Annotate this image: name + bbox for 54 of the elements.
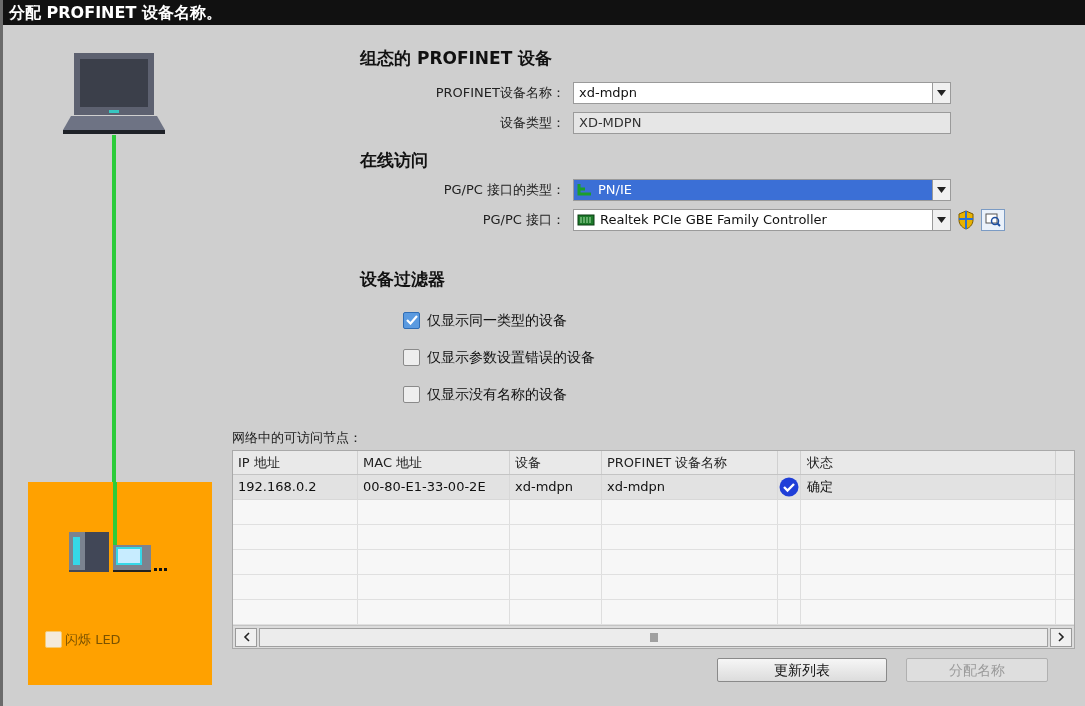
checkbox-label: 闪烁 LED [65, 631, 121, 649]
checkbox-label: 仅显示同一类型的设备 [427, 310, 567, 330]
table-cell-text: 00-80-E1-33-00-2E [363, 478, 486, 497]
caret-icon [937, 187, 946, 193]
column-header[interactable]: 状态 [807, 452, 833, 473]
checkbox-label: 仅显示参数设置错误的设备 [427, 347, 595, 367]
device-icon [69, 532, 169, 572]
field-value: xd-mdpn [578, 83, 639, 102]
dropdown-button[interactable] [932, 210, 950, 230]
scroll-thumb[interactable] [259, 627, 1048, 647]
field-value: Realtek PCIe GBE Family Controller [599, 211, 828, 230]
column-header[interactable]: MAC 地址 [363, 452, 423, 473]
scroll-right-button[interactable] [1050, 627, 1072, 647]
table-cell-text: xd-mdpn [515, 478, 574, 497]
field-label: PROFINET设备名称： [434, 83, 565, 102]
section-heading: 设备过滤器 [360, 268, 446, 291]
section-heading: 在线访问 [360, 148, 429, 172]
chevron-left-icon [242, 632, 250, 642]
checkbox[interactable] [403, 385, 420, 403]
dropdown-field[interactable]: PN/IE [573, 179, 951, 201]
chevron-right-icon [1057, 632, 1065, 642]
column-header[interactable]: IP 地址 [238, 452, 280, 473]
table-cell-text: 192.168.0.2 [238, 478, 317, 497]
field-label: PG/PC 接口： [481, 211, 565, 230]
dropdown-button[interactable] [932, 180, 950, 200]
field-label: 设备类型： [499, 113, 565, 132]
checkbox-label: 仅显示没有名称的设备 [427, 384, 567, 404]
shield-icon[interactable] [957, 210, 975, 230]
field-value: PN/IE [597, 181, 633, 200]
dropdown-button[interactable] [932, 82, 950, 103]
table-cell-text: xd-mdpn [607, 478, 666, 497]
caret-icon [937, 89, 946, 96]
caret-icon [937, 217, 946, 223]
diagnostics-button[interactable] [981, 209, 1005, 231]
dialog-button[interactable]: 更新列表 [717, 658, 887, 682]
magnifier-icon [985, 212, 1001, 228]
window-title: 分配 PROFINET 设备名称。 [9, 1, 222, 24]
field-label: PG/PC 接口的类型： [442, 181, 565, 200]
table-title: 网络中的可访问节点： [232, 428, 363, 447]
section-heading: 组态的 PROFINET 设备 [360, 47, 554, 70]
table-row[interactable]: 192.168.0.2 00-80-E1-33-00-2E xd-mdpn xd-mdpn 确定 [233, 475, 1074, 500]
checkbox[interactable] [403, 311, 420, 329]
laptop-icon [61, 50, 167, 135]
dropdown-field[interactable]: xd-mdpn [573, 81, 951, 104]
scroll-left-button[interactable] [235, 627, 257, 647]
column-header[interactable]: 设备 [515, 452, 541, 473]
network-icon [577, 183, 593, 197]
column-header[interactable]: PROFINET 设备名称 [607, 452, 728, 473]
network-card-icon [577, 213, 595, 227]
horizontal-scrollbar[interactable] [233, 625, 1074, 648]
table-cell-text: 确定 [807, 478, 833, 497]
checkbox[interactable] [403, 348, 420, 366]
readonly-field[interactable]: XD-MDPN [573, 111, 951, 134]
dropdown-field[interactable]: Realtek PCIe GBE Family Controller [573, 209, 951, 231]
